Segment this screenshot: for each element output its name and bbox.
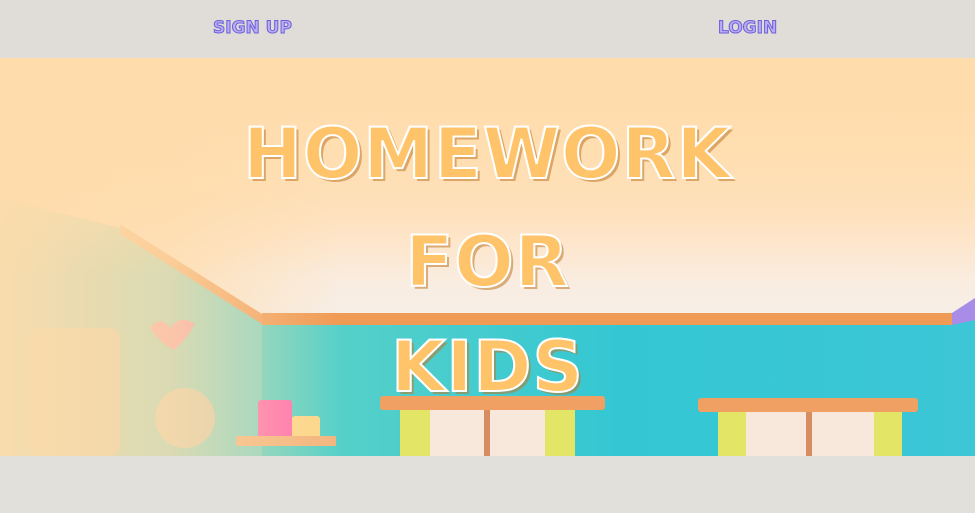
top-navigation-bar: SIGN UP LOGIN xyxy=(0,0,975,58)
login-link[interactable]: LOGIN xyxy=(717,18,777,39)
hero-title-line-2: FOR xyxy=(404,220,570,304)
hero-title-line-3: KIDS xyxy=(390,325,584,409)
page: SIGN UP LOGIN HOMEWORK FOR KIDS xyxy=(0,0,975,513)
hero-banner: HOMEWORK FOR KIDS xyxy=(0,58,975,456)
hero-title-line-1: HOMEWORK xyxy=(242,112,732,196)
sign-up-link[interactable]: SIGN UP xyxy=(213,18,293,39)
bottom-overlay-strip xyxy=(0,456,975,513)
